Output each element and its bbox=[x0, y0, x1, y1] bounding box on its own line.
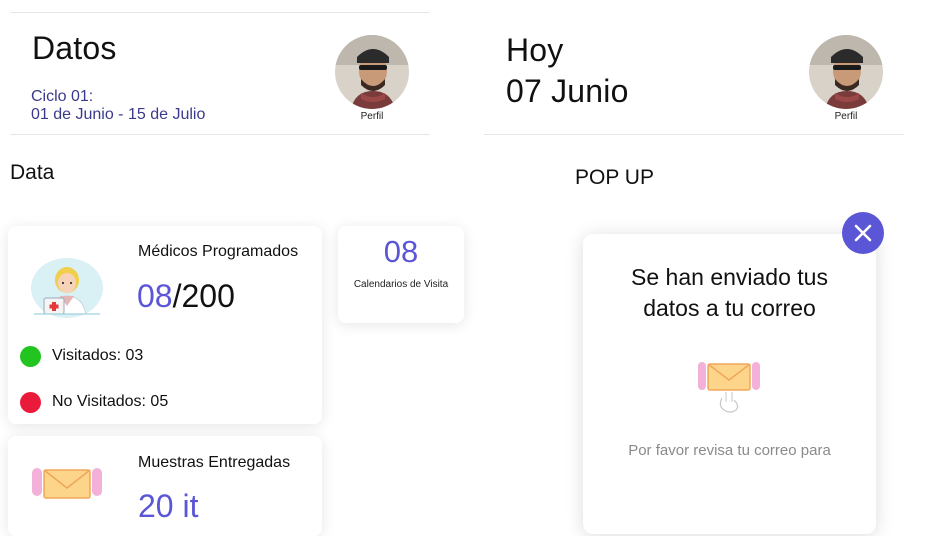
close-button[interactable] bbox=[842, 212, 884, 254]
popup-heading-line2: datos a tu correo bbox=[643, 295, 816, 321]
cycle-dates: 01 de Junio - 15 de Julio bbox=[31, 106, 206, 123]
calendar-count: 08 bbox=[383, 234, 419, 269]
calendar-label: Calendarios de Visita bbox=[353, 279, 449, 290]
popup-dialog: Se han enviado tus datos a tu correo Por… bbox=[583, 234, 876, 534]
profile-button-right[interactable]: Perfil bbox=[808, 35, 884, 122]
close-icon bbox=[854, 224, 872, 242]
not-visited-dot-icon bbox=[20, 392, 41, 413]
doctors-card[interactable]: Médicos Programados 08/200 Visitados: 03… bbox=[8, 226, 322, 424]
today-title: Hoy 07 Junio bbox=[506, 30, 629, 112]
samples-count: 20 it bbox=[138, 488, 199, 524]
header-divider-left bbox=[10, 134, 430, 135]
section-title-data: Data bbox=[10, 161, 55, 184]
mail-icon bbox=[32, 468, 102, 499]
mail-sent-icon bbox=[698, 362, 760, 413]
doctor-icon bbox=[31, 258, 103, 318]
header-divider-right bbox=[484, 134, 904, 135]
doctors-count: 08/200 bbox=[137, 278, 235, 315]
profile-label: Perfil bbox=[360, 111, 384, 122]
not-visited-label: No Visitados: 05 bbox=[52, 393, 169, 410]
doctors-count-done: 08 bbox=[137, 278, 173, 314]
profile-label: Perfil bbox=[834, 111, 858, 122]
cycle-label: Ciclo 01: bbox=[31, 88, 94, 105]
doctors-card-title: Médicos Programados bbox=[138, 243, 299, 260]
visited-dot-icon bbox=[20, 346, 41, 367]
samples-card-title: Muestras Entregadas bbox=[138, 454, 291, 471]
popup-heading-line1: Se han enviado tus bbox=[631, 264, 828, 290]
popup-message: Por favor revisa tu correo para bbox=[628, 442, 831, 459]
calendar-card[interactable]: 08 Calendarios de Visita bbox=[338, 226, 464, 323]
doctors-count-total: /200 bbox=[172, 278, 235, 314]
samples-card[interactable]: Muestras Entregadas 20 it bbox=[8, 436, 322, 536]
page-title: Datos bbox=[32, 30, 117, 66]
popup-heading: Se han enviado tus datos a tu correo bbox=[583, 262, 876, 324]
visited-label: Visitados: 03 bbox=[52, 347, 144, 364]
today-date: 07 Junio bbox=[506, 73, 629, 109]
avatar bbox=[809, 35, 883, 109]
profile-button[interactable]: Perfil bbox=[334, 35, 410, 122]
cycle-info: Ciclo 01: 01 de Junio - 15 de Julio bbox=[31, 88, 205, 124]
section-title-popup: POP UP bbox=[575, 166, 654, 189]
avatar bbox=[335, 35, 409, 109]
today-label: Hoy bbox=[506, 32, 564, 68]
top-divider-left bbox=[10, 12, 430, 13]
